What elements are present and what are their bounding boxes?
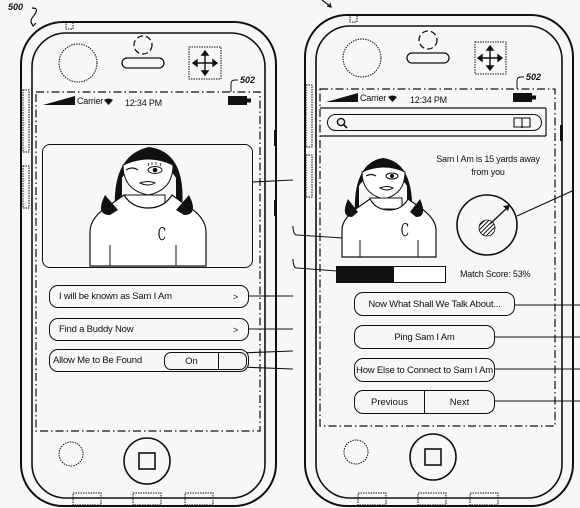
talk-about-button[interactable]: Now What Shall We Talk About... xyxy=(354,292,515,316)
toggle-knob xyxy=(219,353,246,369)
alias-button[interactable]: I will be known as Sam I Am > xyxy=(49,285,249,308)
status-time: 12:34 PM xyxy=(410,95,447,105)
search-icon[interactable] xyxy=(336,117,348,129)
toggle-on-label: On xyxy=(165,353,219,369)
search-bar[interactable] xyxy=(327,114,542,131)
ref-label-502-left: 502 xyxy=(240,75,256,85)
ref-500-arrow xyxy=(30,7,38,25)
match-progress-bar xyxy=(336,266,446,283)
match-progress-fill xyxy=(337,267,395,282)
status-time: 12:34 PM xyxy=(125,98,162,108)
search-input[interactable] xyxy=(350,116,514,130)
signal-icon xyxy=(326,93,358,102)
find-buddy-button[interactable]: Find a Buddy Now > xyxy=(49,318,249,341)
find-buddy-label: Find a Buddy Now xyxy=(59,324,134,335)
carrier-label: Carrier xyxy=(77,96,104,106)
connect-options-button[interactable]: How Else to Connect to Sam I Am xyxy=(354,358,495,382)
shirt-letter: C xyxy=(400,220,410,241)
right-girl-drawing xyxy=(341,158,437,258)
carrier-label: Carrier xyxy=(360,93,387,103)
ref-label-502-right: 502 xyxy=(526,72,542,82)
pagination-control: Previous Next xyxy=(354,390,495,414)
match-score-label: Match Score: 53% xyxy=(460,269,531,279)
book-icon[interactable] xyxy=(513,117,531,129)
ping-button[interactable]: Ping Sam I Am xyxy=(354,325,495,349)
ping-label: Ping Sam I Am xyxy=(394,331,455,343)
signal-icon xyxy=(43,96,75,105)
next-button[interactable]: Next xyxy=(424,391,494,413)
distance-text: Sam I Am is 15 yards away from you xyxy=(436,154,540,177)
shirt-letter: C xyxy=(157,224,167,245)
chevron-right-icon: > xyxy=(232,291,238,302)
battery-icon xyxy=(228,96,251,105)
alias-button-label: I will be known as Sam I Am xyxy=(59,291,172,302)
previous-button[interactable]: Previous xyxy=(355,391,424,413)
profile-photo[interactable] xyxy=(42,144,253,268)
ref-arrow-right xyxy=(321,0,331,7)
talk-about-label: Now What Shall We Talk About... xyxy=(368,298,501,310)
distance-radar-icon xyxy=(456,194,518,256)
wifi-icon xyxy=(104,98,113,105)
allow-found-toggle[interactable]: On xyxy=(164,352,247,370)
ref-label-500: 500 xyxy=(8,2,24,12)
chevron-right-icon: > xyxy=(232,324,238,335)
wifi-icon xyxy=(388,95,397,102)
connect-options-label: How Else to Connect to Sam I Am xyxy=(356,364,493,376)
right-phone-body xyxy=(292,14,580,507)
battery-icon xyxy=(513,93,536,102)
